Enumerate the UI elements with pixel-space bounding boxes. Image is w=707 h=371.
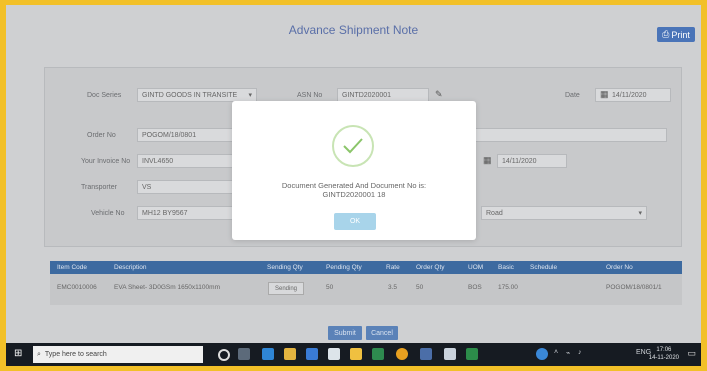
- app-icon[interactable]: [328, 348, 340, 360]
- app-window: Advance Shipment Note ⎙ Print Doc Series…: [6, 5, 701, 343]
- task-view-icon[interactable]: [238, 348, 250, 360]
- network-icon[interactable]: ⌁: [566, 349, 570, 357]
- success-check-icon: [332, 125, 374, 167]
- dialog-document-no: GINTD2020001 18: [322, 190, 386, 199]
- app-icon[interactable]: [466, 348, 478, 360]
- ok-button[interactable]: OK: [334, 213, 376, 230]
- app-icon[interactable]: [444, 348, 456, 360]
- clock-date: 14-11-2020: [648, 355, 679, 361]
- notification-icon[interactable]: ▭: [687, 348, 696, 359]
- tray-chevron-icon[interactable]: ˄: [554, 349, 558, 356]
- search-icon: ⌕: [37, 350, 41, 358]
- screen: Advance Shipment Note ⎙ Print Doc Series…: [6, 5, 701, 366]
- taskbar-search[interactable]: ⌕ Type here to search: [33, 346, 203, 363]
- cortana-icon[interactable]: [218, 349, 230, 361]
- file-explorer-icon[interactable]: [284, 348, 296, 360]
- success-dialog: Document Generated And Document No is: G…: [232, 101, 476, 240]
- app-icon[interactable]: [350, 348, 362, 360]
- taskbar-clock[interactable]: 17:06 14-11-2020: [649, 346, 679, 362]
- search-placeholder: Type here to search: [44, 351, 107, 358]
- volume-icon[interactable]: ♪: [578, 349, 582, 356]
- taskbar: ⊞ ⌕ Type here to search ˄ ⌁ ♪ ENG 17:06 …: [6, 343, 701, 366]
- windows-start-icon[interactable]: ⊞: [14, 348, 22, 359]
- chrome-icon[interactable]: [396, 348, 408, 360]
- dialog-message-line: Document Generated And Document No is:: [281, 181, 427, 190]
- dialog-message: Document Generated And Document No is: G…: [232, 181, 476, 199]
- store-icon[interactable]: [306, 348, 318, 360]
- app-icon[interactable]: [536, 348, 548, 360]
- clock-time: 17:06: [656, 347, 672, 353]
- excel-icon[interactable]: [372, 348, 384, 360]
- app-icon[interactable]: [420, 348, 432, 360]
- edge-browser-icon[interactable]: [262, 348, 274, 360]
